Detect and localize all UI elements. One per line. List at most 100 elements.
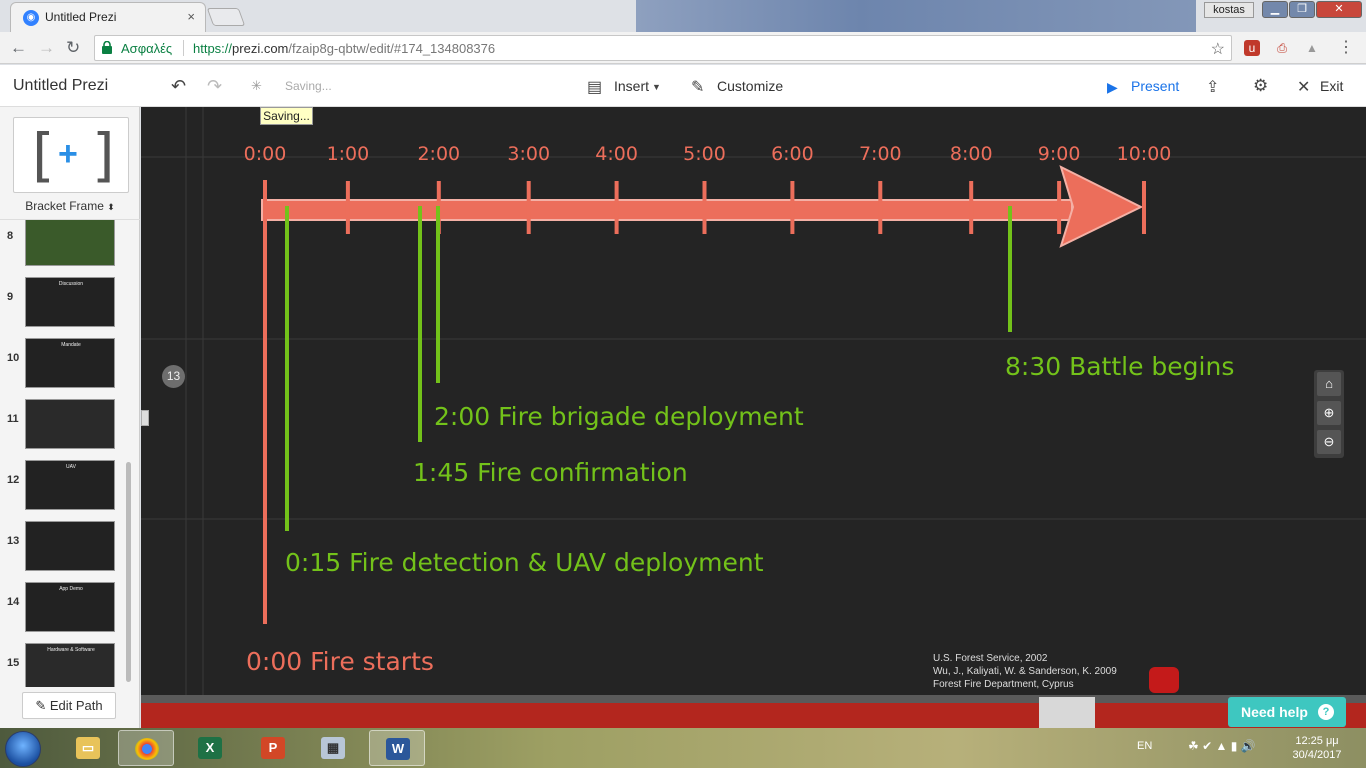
prezi-toolbar: Untitled Prezi ↶ ↷ ✳ Saving... ▤ Insert …: [0, 65, 1366, 107]
right-bracket-icon: ]: [92, 121, 115, 189]
path-step-number: 15: [7, 657, 20, 669]
play-icon[interactable]: ▶: [1107, 79, 1118, 96]
truck-light-housing: [1039, 697, 1095, 728]
clock-date: 30/4/2017: [1292, 749, 1342, 761]
url-path: /fzaip8g-qbtw/edit/#174_134808376: [288, 41, 496, 56]
present-button[interactable]: Present: [1131, 78, 1179, 94]
timeline-tick-label: 9:00: [1038, 143, 1081, 165]
path-step-thumbnail: Discussion: [25, 277, 115, 327]
add-bracket-frame-button[interactable]: [ + ]: [13, 117, 129, 193]
insert-icon[interactable]: ▤: [587, 77, 602, 97]
path-step-number: 8: [7, 230, 14, 242]
presentation-title[interactable]: Untitled Prezi: [13, 77, 108, 95]
taskbar-word[interactable]: W: [369, 730, 425, 766]
path-step-item[interactable]: 12 UAV: [0, 460, 120, 516]
edit-path-button[interactable]: ✎ Edit Path: [22, 692, 116, 719]
pdf-extension-icon[interactable]: ⎙: [1274, 40, 1290, 56]
profile-button[interactable]: kostas: [1204, 2, 1254, 18]
exit-button[interactable]: Exit: [1320, 78, 1343, 94]
timeline-tick-label: 6:00: [771, 143, 814, 165]
path-step-item[interactable]: 15 Hardware & Software: [0, 643, 120, 687]
insert-menu[interactable]: Insert: [614, 78, 649, 94]
event-label: 8:30 Battle begins: [1005, 352, 1234, 381]
start-button[interactable]: [5, 731, 41, 767]
event-label: 1:45 Fire confirmation: [413, 458, 688, 487]
timeline-tick-labels: 0:00 1:00 2:00 3:00 4:00 5:00 6:00 7:00 8:00 9:00…: [244, 143, 1172, 165]
path-step-thumbnail: Hardware & Software: [25, 643, 115, 687]
path-step-item[interactable]: 10 Mandate: [0, 338, 120, 394]
undo-icon[interactable]: ↶: [171, 76, 186, 97]
forward-icon[interactable]: →: [38, 38, 55, 58]
chrome-menu-icon[interactable]: ⋮: [1338, 40, 1354, 56]
spinner-icon: ✳: [251, 78, 262, 93]
secure-label: Ασφαλές: [121, 41, 173, 56]
truck-beacon: [1149, 667, 1179, 693]
home-icon[interactable]: ⌂: [1317, 372, 1341, 396]
path-step-number: 13: [7, 535, 20, 547]
path-step-item[interactable]: 8: [0, 220, 120, 272]
omnibox[interactable]: Ασφαλές https://prezi.com/fzaip8g-qbtw/e…: [94, 35, 1232, 61]
taskbar-chrome[interactable]: [118, 730, 174, 766]
taskbar-calculator[interactable]: ▦: [305, 730, 361, 766]
system-clock[interactable]: 12:25 μμ 30/4/2017: [1282, 734, 1352, 762]
thumbnail-title: Mandate: [61, 342, 81, 348]
url-text[interactable]: https://prezi.com/fzaip8g-qbtw/edit/#174…: [193, 41, 495, 56]
path-step-item[interactable]: 11: [0, 399, 120, 455]
calculator-icon: ▦: [321, 737, 345, 759]
path-step-item[interactable]: 9 Discussion: [0, 277, 120, 333]
saving-status: Saving...: [285, 79, 332, 93]
path-step-badge[interactable]: 13: [162, 365, 185, 388]
ublock-extension-icon[interactable]: u: [1244, 40, 1260, 56]
tab-close-icon[interactable]: ×: [187, 9, 195, 24]
lock-icon: [102, 41, 112, 54]
taskbar-excel[interactable]: X: [182, 730, 238, 766]
bookmark-star-icon[interactable]: ☆: [1211, 39, 1225, 59]
timeline-tick-label: 4:00: [595, 143, 638, 165]
zoom-out-icon[interactable]: ⊖: [1317, 430, 1341, 454]
language-indicator[interactable]: EN: [1137, 740, 1152, 752]
thumbnail-title: Hardware & Software: [47, 647, 95, 653]
back-icon[interactable]: ←: [10, 38, 27, 58]
prezi-canvas[interactable]: 0:00 1:00 2:00 3:00 4:00 5:00 6:00 7:00 8:00 9:00…: [141, 107, 1366, 728]
drive-extension-icon[interactable]: ▲: [1304, 40, 1320, 56]
need-help-button[interactable]: Need help ?: [1228, 697, 1346, 727]
path-step-item[interactable]: 14 App Demo: [0, 582, 120, 638]
path-step-item[interactable]: 13: [0, 521, 120, 577]
credit-line: Wu, J., Kaliyati, W. & Sanderson, K. 200…: [933, 666, 1117, 677]
maximize-button[interactable]: ❐: [1289, 1, 1315, 18]
tray-icons[interactable]: ☘ ✔ ▲ ▮ 🔊: [1188, 739, 1256, 753]
help-question-icon: ?: [1318, 704, 1334, 720]
arrow-head: [1059, 165, 1144, 248]
minimize-button[interactable]: ▁: [1262, 1, 1288, 18]
path-step-number: 10: [7, 352, 20, 364]
taskbar-powerpoint[interactable]: P: [245, 730, 301, 766]
new-tab-button[interactable]: [206, 8, 246, 26]
event-label: 0:00 Fire starts: [246, 647, 434, 676]
title-bar-background: [636, 0, 1196, 32]
pencil-icon: ✎: [35, 698, 47, 713]
sidebar-collapse-handle[interactable]: [141, 410, 149, 426]
brush-icon[interactable]: ✎: [691, 77, 704, 97]
reload-icon[interactable]: ↻: [66, 38, 80, 58]
share-icon[interactable]: ⇪: [1206, 77, 1219, 97]
timeline-graphic: 0:00 1:00 2:00 3:00 4:00 5:00 6:00 7:00 8:00 9:00…: [141, 107, 1366, 728]
url-host: prezi.com: [232, 41, 289, 56]
word-icon: W: [386, 738, 410, 760]
event-label: 2:00 Fire brigade deployment: [434, 402, 804, 431]
sidebar-scrollbar[interactable]: [126, 462, 131, 682]
taskbar-explorer[interactable]: ▭: [60, 730, 116, 766]
thumbnail-title: App Demo: [59, 586, 83, 592]
browser-tab[interactable]: ◉ Untitled Prezi ×: [10, 2, 206, 32]
folder-icon: ▭: [76, 737, 100, 759]
path-step-list: 8 9 Discussion 10 Mandate 11 12 UAV 13 14 App Demo…: [0, 219, 140, 687]
close-window-button[interactable]: ✕: [1316, 1, 1362, 18]
settings-gear-icon[interactable]: ⚙: [1253, 76, 1268, 96]
frame-type-label: Bracket Frame: [25, 199, 104, 213]
chevron-down-icon[interactable]: ▼: [652, 82, 661, 92]
excel-icon: X: [198, 737, 222, 759]
zoom-in-icon[interactable]: ⊕: [1317, 401, 1341, 425]
frame-type-selector[interactable]: Bracket Frame ⬍: [0, 199, 140, 213]
exit-close-icon[interactable]: ✕: [1297, 77, 1310, 97]
customize-button[interactable]: Customize: [717, 78, 783, 94]
redo-icon[interactable]: ↷: [207, 76, 222, 97]
